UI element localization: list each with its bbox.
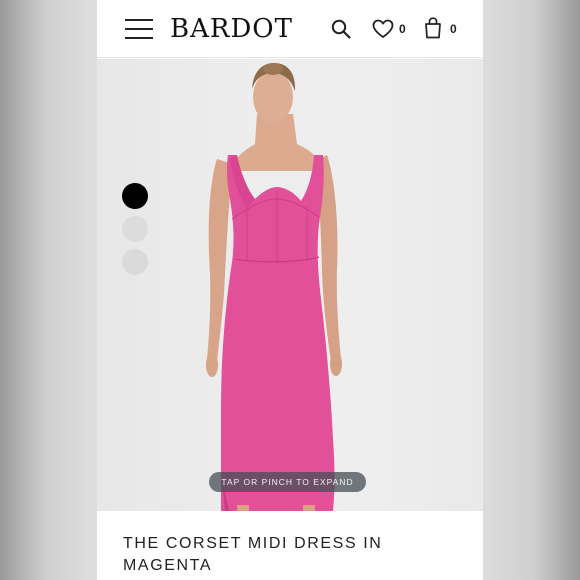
search-icon[interactable] xyxy=(331,19,351,39)
swatch-black[interactable] xyxy=(122,183,148,209)
color-swatches xyxy=(122,183,148,282)
heart-icon[interactable] xyxy=(372,19,394,39)
swatch-grey[interactable] xyxy=(122,216,148,242)
brand-logo[interactable]: BARDOT xyxy=(170,14,293,44)
model-photo xyxy=(206,63,342,511)
expand-hint[interactable]: TAP OR PINCH TO EXPAND xyxy=(209,472,366,492)
site-header: BARDOT 0 0 xyxy=(97,0,483,58)
mobile-page: BARDOT 0 0 TAP OR PINCH TO EXPAND THE CO… xyxy=(97,0,483,580)
bag-icon[interactable] xyxy=(424,17,442,39)
product-info: THE CORSET MIDI DRESS IN MAGENTA xyxy=(97,511,483,580)
swatch-grey[interactable] xyxy=(122,249,148,275)
hamburger-menu-icon[interactable] xyxy=(125,18,153,40)
product-image[interactable]: TAP OR PINCH TO EXPAND xyxy=(97,59,483,511)
bag-count: 0 xyxy=(450,22,457,36)
product-title: THE CORSET MIDI DRESS IN MAGENTA xyxy=(123,535,383,574)
wishlist-count: 0 xyxy=(399,22,406,36)
